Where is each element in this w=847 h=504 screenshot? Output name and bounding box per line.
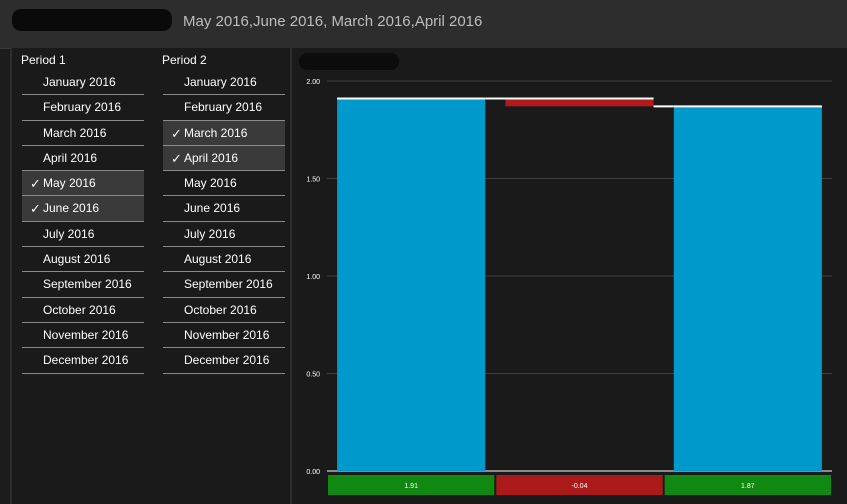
- month-label: September 2016: [43, 277, 132, 292]
- waterfall-bar: [673, 106, 822, 471]
- period1-month-item[interactable]: ✓ May 2016: [22, 171, 144, 197]
- month-label: October 2016: [43, 302, 116, 317]
- value-label: 1.91: [404, 483, 418, 490]
- month-label: March 2016: [184, 125, 248, 140]
- period1-month-item[interactable]: ✓April 2016: [22, 146, 144, 172]
- y-tick-label: 1.00: [306, 274, 320, 281]
- value-label: 1.87: [741, 483, 755, 490]
- period2-month-item[interactable]: ✓October 2016: [163, 298, 285, 323]
- waterfall-bar: [505, 98, 654, 107]
- period1-filter: Period 1 ✓January 2016✓February 2016✓Mar…: [10, 48, 156, 504]
- period1-month-item[interactable]: ✓August 2016: [22, 247, 144, 273]
- period2-month-item[interactable]: ✓December 2016: [163, 348, 285, 374]
- value-label: -0.04: [572, 483, 588, 490]
- selected-periods-summary: May 2016,June 2016, March 2016,April 201…: [183, 13, 483, 30]
- period2-month-item[interactable]: ✓January 2016: [163, 70, 285, 96]
- month-label: July 2016: [184, 226, 236, 241]
- month-label: July 2016: [43, 226, 95, 241]
- period2-list: ✓January 2016✓February 2016✓March 2016✓A…: [163, 70, 285, 374]
- redacted-title: [12, 9, 172, 31]
- period1-list: ✓January 2016✓February 2016✓March 2016✓A…: [22, 70, 144, 374]
- period2-filter: Period 2 ✓January 2016✓February 2016✓Mar…: [153, 48, 292, 504]
- period2-month-item[interactable]: ✓September 2016: [163, 272, 285, 298]
- y-tick-label: 2.00: [306, 79, 320, 86]
- month-label: February 2016: [43, 100, 122, 115]
- period1-title: Period 1: [21, 53, 66, 67]
- period2-month-item[interactable]: ✓August 2016: [163, 247, 285, 273]
- period2-month-item[interactable]: ✓ April 2016: [163, 145, 285, 172]
- period2-month-item[interactable]: ✓February 2016: [163, 95, 285, 121]
- period1-month-item[interactable]: ✓March 2016: [22, 121, 144, 146]
- checkmark-icon: ✓: [30, 201, 41, 217]
- month-label: November 2016: [43, 327, 129, 342]
- checkmark-icon: ✓: [171, 150, 182, 166]
- month-label: August 2016: [184, 252, 252, 267]
- period1-month-item[interactable]: ✓February 2016: [22, 95, 144, 121]
- header-bar: May 2016,June 2016, March 2016,April 201…: [0, 0, 847, 49]
- checkmark-icon: ✓: [30, 176, 41, 192]
- month-label: May 2016: [184, 176, 237, 191]
- y-tick-label: 0.00: [306, 469, 320, 476]
- month-label: November 2016: [184, 327, 270, 342]
- month-label: April 2016: [43, 150, 98, 165]
- month-label: June 2016: [43, 201, 100, 216]
- month-label: January 2016: [184, 75, 257, 89]
- period2-month-item[interactable]: ✓June 2016: [163, 196, 285, 222]
- period2-month-item[interactable]: ✓July 2016: [163, 222, 285, 248]
- month-label: December 2016: [43, 353, 129, 368]
- month-label: April 2016: [184, 150, 239, 165]
- month-label: January 2016: [43, 75, 116, 89]
- month-label: March 2016: [43, 125, 107, 140]
- month-label: May 2016: [43, 176, 96, 191]
- period2-month-item[interactable]: ✓May 2016: [163, 171, 285, 197]
- period2-month-item[interactable]: ✓November 2016: [163, 323, 285, 349]
- period2-title: Period 2: [162, 53, 207, 67]
- period1-month-item[interactable]: ✓ June 2016: [22, 196, 144, 222]
- waterfall-bar: [337, 98, 486, 472]
- period1-month-item[interactable]: ✓November 2016: [22, 323, 144, 349]
- y-tick-label: 1.50: [306, 177, 320, 184]
- waterfall-chart-panel: 0.00 0.50 1.00 1.50 2.00 1.91 -0.04 1.87: [292, 48, 847, 504]
- month-label: February 2016: [184, 100, 263, 115]
- period1-month-item[interactable]: ✓January 2016: [22, 70, 144, 96]
- y-tick-label: 0.50: [306, 372, 320, 379]
- period1-month-item[interactable]: ✓October 2016: [22, 298, 144, 323]
- waterfall-chart: 0.00 0.50 1.00 1.50 2.00 1.91 -0.04 1.87: [306, 79, 832, 495]
- month-label: September 2016: [184, 277, 273, 292]
- period1-month-item[interactable]: ✓July 2016: [22, 222, 144, 248]
- month-label: June 2016: [184, 201, 241, 216]
- month-label: October 2016: [184, 302, 257, 317]
- month-label: August 2016: [43, 252, 111, 267]
- period1-month-item[interactable]: ✓December 2016: [22, 348, 144, 374]
- checkmark-icon: ✓: [171, 125, 182, 141]
- period1-month-item[interactable]: ✓September 2016: [22, 272, 144, 298]
- period2-month-item[interactable]: ✓ March 2016: [163, 120, 285, 146]
- month-label: December 2016: [184, 353, 270, 368]
